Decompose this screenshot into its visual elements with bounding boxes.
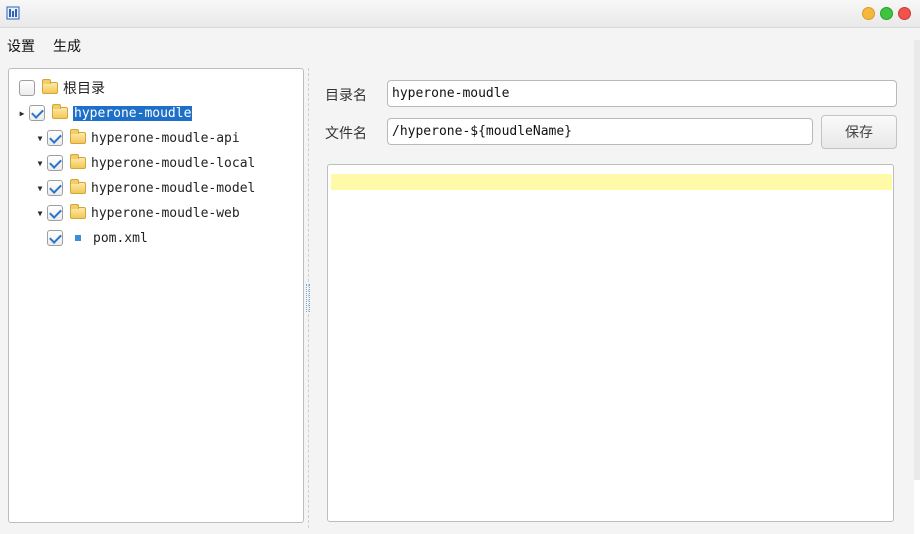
tree-node-label: hyperone-moudle-web <box>91 205 240 221</box>
save-button[interactable]: 保存 <box>821 115 897 149</box>
template-editor[interactable] <box>327 164 894 522</box>
collapsed-arrow-icon[interactable]: ▶ <box>15 109 29 118</box>
menu-generate[interactable]: 生成 <box>53 36 81 56</box>
tree-node-label: pom.xml <box>93 230 148 246</box>
root-checkbox[interactable] <box>19 80 35 96</box>
node-checkbox[interactable] <box>47 155 63 171</box>
dir-name-input[interactable]: hyperone-moudle <box>387 80 897 107</box>
dir-name-label: 目录名 <box>325 88 367 104</box>
folder-icon <box>70 179 86 194</box>
title-bar <box>0 0 920 28</box>
app-icon <box>6 6 20 20</box>
folder-icon <box>70 129 86 144</box>
node-checkbox[interactable] <box>47 230 63 246</box>
tree-node-label: hyperone-moudle-local <box>91 155 256 171</box>
tree-node-pom[interactable]: pom.xml <box>47 227 148 249</box>
node-checkbox[interactable] <box>47 205 63 221</box>
expanded-arrow-icon[interactable]: ▼ <box>33 209 47 218</box>
directory-tree[interactable]: 根目录 ▶ hyperone-moudle ▼ hyperone-moudle-… <box>8 68 304 523</box>
menu-settings[interactable]: 设置 <box>7 36 35 56</box>
current-line-highlight <box>331 174 892 190</box>
tree-root[interactable]: 根目录 <box>19 77 105 99</box>
menu-bar: 设置 生成 <box>0 28 920 58</box>
folder-icon <box>42 79 58 94</box>
folder-icon <box>70 204 86 219</box>
expanded-arrow-icon[interactable]: ▼ <box>33 184 47 193</box>
node-checkbox[interactable] <box>29 105 45 121</box>
tree-node-moudle[interactable]: ▶ hyperone-moudle <box>15 102 193 124</box>
tree-node-label: hyperone-moudle-model <box>91 180 256 196</box>
minimize-button[interactable] <box>862 7 875 20</box>
tree-root-label: 根目录 <box>63 81 105 97</box>
folder-icon <box>70 154 86 169</box>
tree-node-model[interactable]: ▼ hyperone-moudle-model <box>33 177 255 199</box>
main-content: 根目录 ▶ hyperone-moudle ▼ hyperone-moudle-… <box>0 58 914 534</box>
split-handle[interactable] <box>306 284 310 312</box>
file-icon <box>75 235 81 241</box>
tree-node-api[interactable]: ▼ hyperone-moudle-api <box>33 127 240 149</box>
maximize-button[interactable] <box>880 7 893 20</box>
expanded-arrow-icon[interactable]: ▼ <box>33 159 47 168</box>
tree-node-label: hyperone-moudle-api <box>91 130 240 146</box>
close-button[interactable] <box>898 7 911 20</box>
window-scroll-edge <box>914 40 920 480</box>
file-name-input[interactable]: /hyperone-${moudleName} <box>387 118 813 145</box>
tree-node-web[interactable]: ▼ hyperone-moudle-web <box>33 202 240 224</box>
tree-node-local[interactable]: ▼ hyperone-moudle-local <box>33 152 255 174</box>
tree-node-label: hyperone-moudle <box>73 105 193 121</box>
expanded-arrow-icon[interactable]: ▼ <box>33 134 47 143</box>
folder-icon <box>52 104 68 119</box>
node-checkbox[interactable] <box>47 180 63 196</box>
node-checkbox[interactable] <box>47 130 63 146</box>
file-name-label: 文件名 <box>325 126 367 142</box>
